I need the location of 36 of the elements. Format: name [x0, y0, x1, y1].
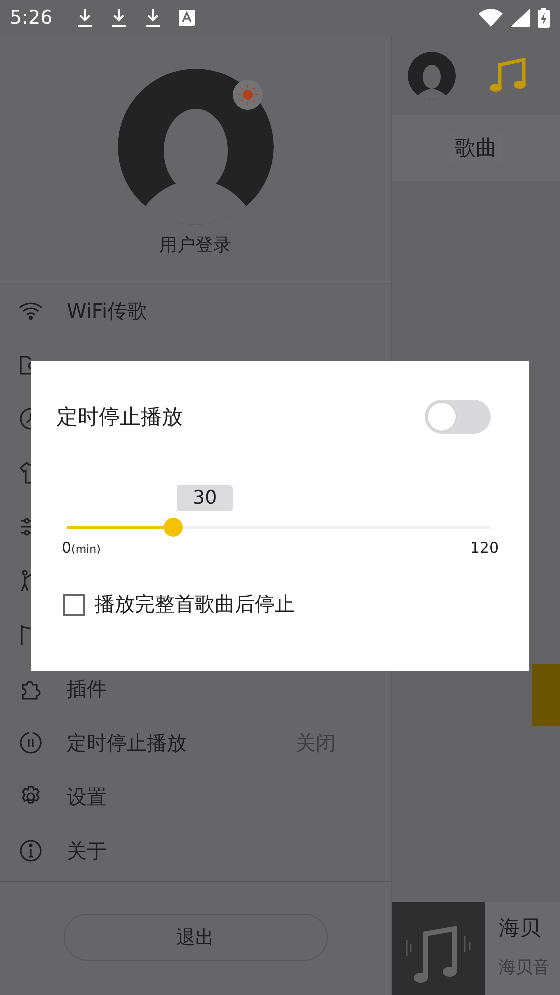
avatar-icon[interactable]	[408, 52, 456, 100]
folder-icon	[19, 354, 31, 376]
menu-item-label[interactable]: WiFi传歌	[67, 298, 148, 324]
checkbox-label[interactable]: 播放完整首歌曲后停止	[95, 591, 295, 618]
slider-value-bubble: 30	[177, 485, 234, 511]
menu-item-label[interactable]: 定时停止播放	[67, 730, 187, 756]
wifi-signal-icon	[479, 9, 503, 27]
sun-badge-icon[interactable]	[232, 80, 262, 110]
shirt-icon	[19, 461, 31, 485]
menu-item-label[interactable]: 设置	[67, 784, 107, 810]
slider-min-label: 0	[62, 539, 72, 557]
download-icon	[110, 8, 127, 28]
cell-signal-icon	[511, 9, 530, 27]
clock-icon	[19, 407, 31, 431]
slider-unit-label: (min)	[72, 543, 101, 556]
download-icon	[144, 8, 161, 28]
slider-thumb[interactable]	[164, 518, 183, 537]
battery-icon	[538, 8, 550, 28]
song-title: 海贝	[499, 915, 542, 942]
timer-icon	[19, 731, 43, 755]
menu-item-label[interactable]: 插件	[67, 676, 107, 702]
download-icon	[76, 8, 93, 28]
dialog-title: 定时停止播放	[57, 404, 183, 431]
music-note-icon[interactable]	[490, 56, 526, 94]
figure-icon	[19, 569, 31, 593]
slider-max-label: 120	[470, 539, 499, 557]
user-login-label[interactable]: 用户登录	[160, 233, 232, 257]
info-icon	[19, 839, 43, 863]
checkbox[interactable]	[63, 594, 85, 616]
timer-toggle[interactable]	[425, 400, 491, 434]
avatar-icon[interactable]	[118, 69, 274, 225]
keyboard-app-icon	[178, 10, 195, 26]
exit-button[interactable]: 退出	[64, 914, 328, 961]
menu-item-label[interactable]: 关于	[67, 838, 107, 864]
wifi-icon	[18, 301, 44, 321]
status-time: 5:26	[10, 7, 53, 29]
